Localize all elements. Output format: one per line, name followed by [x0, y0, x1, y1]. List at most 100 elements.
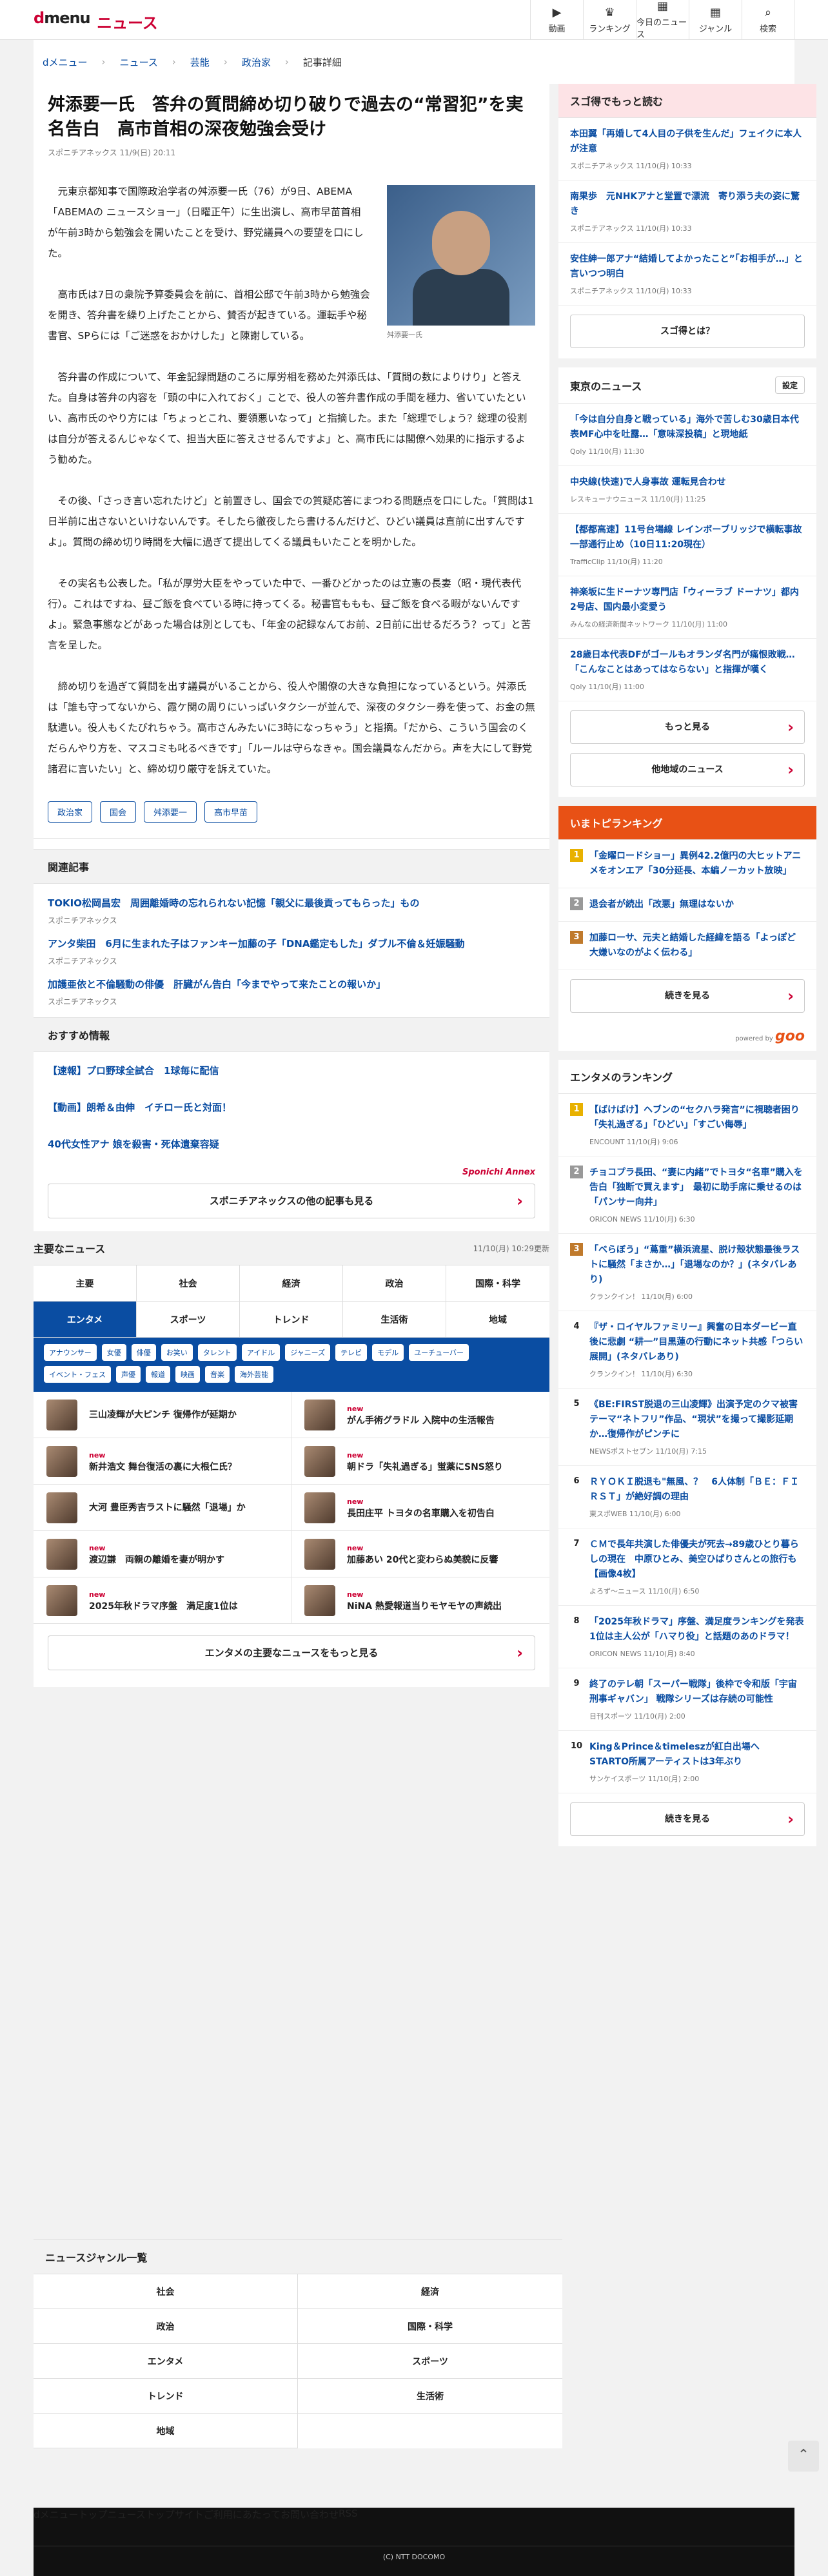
tokyo-item[interactable]: 神楽坂に生ドーナツ専門店「ウィーラブ ドーナツ」都内2号店、国内最小変愛う みんな…: [558, 576, 816, 639]
tokyo-item[interactable]: 「今は自分自身と戦っている」海外で苦しむ30歳日本代表MF心中を吐露…「意味深投…: [558, 404, 816, 466]
tab-main[interactable]: 主要: [34, 1265, 137, 1302]
subtag[interactable]: テレビ: [335, 1344, 368, 1361]
breadcrumb-politician[interactable]: 政治家: [242, 55, 271, 69]
tab-lifestyle[interactable]: 生活術: [343, 1302, 446, 1338]
list-item[interactable]: 大河 豊臣秀吉ラストに騒然「退場」か: [34, 1485, 291, 1531]
ent-rank-item[interactable]: 9 終了のテレ朝「スーパー戦隊」後枠で令和版「宇宙刑事ギャバン」 戦隊シリーズは存…: [558, 1668, 816, 1731]
subtag[interactable]: アナウンサー: [44, 1344, 97, 1361]
list-item[interactable]: 三山凌輝が大ピンチ 復帰作が延期か: [34, 1392, 291, 1438]
subtag[interactable]: イベント・フェス: [44, 1366, 111, 1383]
tab-sports[interactable]: スポーツ: [137, 1302, 240, 1338]
subtag[interactable]: お笑い: [161, 1344, 193, 1361]
recommend-item[interactable]: 【動画】朗希＆由伸 イチロー氏と対面！: [34, 1089, 549, 1126]
subtag[interactable]: ユーチューバー: [409, 1344, 469, 1361]
other-region-button[interactable]: 他地域のニュース: [570, 753, 805, 786]
subtag[interactable]: 俳優: [131, 1344, 156, 1361]
subtag[interactable]: モデル: [372, 1344, 404, 1361]
genre-link[interactable]: 経済: [298, 2274, 562, 2309]
imatopi-item[interactable]: 2 退会者が続出「改悪」無理はないか: [558, 888, 816, 922]
related-item[interactable]: 加護亜依と不倫騒動の俳優 肝臓がん告白「今までやって来たことの報いか」 スポニチア…: [48, 977, 535, 1017]
tab-trend[interactable]: トレンド: [240, 1302, 343, 1338]
breadcrumb-entertainment[interactable]: 芸能: [190, 55, 210, 69]
tokyo-item[interactable]: 中央線(快速)で人身事故 運転見合わせ レスキューナウニュース 11/10(月) …: [558, 466, 816, 514]
list-item[interactable]: new がん手術グラドル 入院中の生活報告: [291, 1392, 549, 1438]
list-item[interactable]: new 2025年秋ドラマ序盤 満足度1位は: [34, 1577, 291, 1624]
genre-link[interactable]: スポーツ: [298, 2344, 562, 2379]
tag-link[interactable]: 高市早苗: [204, 801, 258, 823]
subtag[interactable]: ジャニーズ: [285, 1344, 331, 1361]
list-item[interactable]: new 加藤あい 20代と変わらぬ美貌に反響: [291, 1531, 549, 1577]
sugoi-item[interactable]: 安住紳一郎アナ“結婚してよかったこと”「お相手が…」と言いつつ明白 スポニチアネッ…: [558, 243, 816, 306]
dmenu-logo[interactable]: dmenu: [34, 9, 91, 27]
subtag[interactable]: 映画: [175, 1366, 200, 1383]
sugoi-item[interactable]: 本田翼「再婚して4人目の子供を生んだ」フェイクに本人が注意 スポニチアネックス 1…: [558, 118, 816, 181]
breadcrumb-dmenu[interactable]: dメニュー: [43, 55, 88, 69]
recommend-item[interactable]: 40代女性アナ 娘を殺害・死体遺棄容疑: [34, 1126, 549, 1162]
tab-economy[interactable]: 経済: [240, 1265, 343, 1302]
imatopi-more-button[interactable]: 続きを見る: [570, 979, 805, 1013]
list-item[interactable]: new 朝ドラ「失礼過ぎる」蛍薬にSNS怒り: [291, 1438, 549, 1485]
list-item[interactable]: new 新井浩文 舞台復活の裏に大根仁氏？: [34, 1438, 291, 1485]
sugoi-about-button[interactable]: スゴ得とは？: [570, 315, 805, 348]
subtag[interactable]: タレント: [197, 1344, 237, 1361]
subtag[interactable]: 報道: [146, 1366, 170, 1383]
entertainment-more-button[interactable]: エンタメの主要なニュースをもっと見る: [48, 1635, 535, 1670]
footer-terms[interactable]: サイトご利用にあたって: [175, 2508, 281, 2546]
genre-link[interactable]: 政治: [34, 2309, 298, 2344]
genre-link[interactable]: トレンド: [34, 2379, 298, 2414]
article-photo[interactable]: 舛添要一氏: [387, 185, 535, 339]
list-item[interactable]: new 長田庄平 トヨタの名車購入を初告白: [291, 1485, 549, 1531]
sugoi-item[interactable]: 南果歩 元NHKアナと堂置で漂流 寄り添う夫の姿に驚き スポニチアネックス 11/…: [558, 181, 816, 243]
related-item[interactable]: アンタ柴田 6月に生まれた子はファンキー加藤の子「DNA鑑定もした」ダブル不倫＆…: [48, 936, 535, 977]
nav-search[interactable]: ⌕ 検索: [742, 0, 794, 40]
ent-rank-more-button[interactable]: 続きを見る: [570, 1802, 805, 1836]
tokyo-more-button[interactable]: もっと見る: [570, 710, 805, 744]
imatopi-item[interactable]: 1 「金曜ロードショー」異例42.2億円の大ヒットアニメをオンエア「30分延長、本…: [558, 840, 816, 888]
genre-link[interactable]: 社会: [34, 2274, 298, 2309]
ent-rank-item[interactable]: 2 チョコプラ長田、“妻に内緒”でトヨタ“名車”購入を告白「独断で買えます」 最初…: [558, 1156, 816, 1234]
genre-link[interactable]: 生活術: [298, 2379, 562, 2414]
subtag[interactable]: 声優: [116, 1366, 141, 1383]
ent-rank-item[interactable]: 10 King＆Prince＆timeleszが紅白出場へ STARTO所属アーテ…: [558, 1731, 816, 1793]
subtag[interactable]: アイドル: [241, 1344, 281, 1361]
footer-dmenu-top[interactable]: dメニュートップ: [34, 2508, 108, 2546]
related-item[interactable]: TOKIO松岡昌宏 周囲離婚時の忘れられない記憶「親父に最後貢ってもらった」もの…: [48, 895, 535, 936]
genre-link[interactable]: 地域: [34, 2414, 298, 2448]
ent-rank-item[interactable]: 3 「べらぼう」“蔦重”横浜流星、脱け殻状態最後ラストに騒然「まさか…」「退場なの…: [558, 1234, 816, 1311]
genre-link[interactable]: 国際・科学: [298, 2309, 562, 2344]
tab-politics[interactable]: 政治: [343, 1265, 446, 1302]
tag-link[interactable]: 政治家: [48, 801, 93, 823]
tab-region[interactable]: 地域: [446, 1302, 549, 1338]
breadcrumb-news[interactable]: ニュース: [120, 55, 158, 69]
list-item[interactable]: new 渡辺謙 両親の離婚を妻が明かす: [34, 1531, 291, 1577]
nav-ranking[interactable]: ♛ ランキング: [583, 0, 636, 40]
footer-news-top[interactable]: ニューストップ: [108, 2508, 175, 2546]
tab-entertainment[interactable]: エンタメ: [34, 1302, 137, 1338]
recommend-item[interactable]: 【速報】プロ野球全試合 1球毎に配信: [34, 1052, 549, 1089]
ent-rank-item[interactable]: 6 ＲＹＯＫＩ脱退も"無風、？ 6人体制「ＢＥ：ＦＩＲＳＴ」が絶好調の理由 東スポW…: [558, 1466, 816, 1528]
settings-button[interactable]: 設定: [774, 376, 805, 394]
footer-rss[interactable]: RSS: [339, 2508, 357, 2546]
list-item[interactable]: new NiNA 熱愛報道当りモヤモヤの声続出: [291, 1577, 549, 1624]
news-logo[interactable]: ニュース: [97, 10, 158, 33]
tab-international[interactable]: 国際・科学: [446, 1265, 549, 1302]
genre-link[interactable]: エンタメ: [34, 2344, 298, 2379]
tab-society[interactable]: 社会: [137, 1265, 240, 1302]
ent-rank-item[interactable]: 8 「2025年秋ドラマ」序盤、満足度ランキングを発表 1位は主人公が「ハマり役」…: [558, 1606, 816, 1668]
ent-rank-item[interactable]: 5 《BE:FIRST脱退の三山凌輝》出演予定のクマ被害テーマ“ネトフリ”作品、“…: [558, 1389, 816, 1466]
nav-genre[interactable]: ▦ ジャンル: [689, 0, 742, 40]
ent-rank-item[interactable]: 1 【ばけばけ】ヘブンの“セクハラ発言”に視聴者困り「失礼過ぎる」「ひどい」「すご…: [558, 1094, 816, 1156]
subtag[interactable]: 音楽: [205, 1366, 230, 1383]
nav-today[interactable]: ▦ 今日のニュース: [636, 0, 689, 40]
sponichi-more-button[interactable]: スポニチアネックスの他の記事も見る: [48, 1184, 535, 1218]
tokyo-item[interactable]: 【都都高速】11号台場線 レインボーブリッジで横転事故 一部通行止め（10日11…: [558, 514, 816, 576]
tokyo-item[interactable]: 28歳日本代表DFがゴールもオランダ名門が痛恨敗戦…「こんなことはあってはならな…: [558, 639, 816, 701]
footer-contact[interactable]: お問い合わせ: [281, 2508, 339, 2546]
ent-rank-item[interactable]: 7 ＣＭで長年共演した俳優夫が死去→89歳ひとり暮らしの現在 中原ひとみ、美空ひば…: [558, 1528, 816, 1606]
back-to-top-button[interactable]: ⌃: [788, 2441, 819, 2472]
ent-rank-item[interactable]: 4 『ザ・ロイヤルファミリー』興奮の日本ダービー直後に悲劇 “耕一”目黒蓮の行動に…: [558, 1311, 816, 1389]
subtag[interactable]: 女優: [101, 1344, 126, 1361]
subtag[interactable]: 海外芸能: [235, 1366, 273, 1383]
tag-link[interactable]: 国会: [100, 801, 137, 823]
nav-video[interactable]: ▶ 動画: [530, 0, 583, 40]
